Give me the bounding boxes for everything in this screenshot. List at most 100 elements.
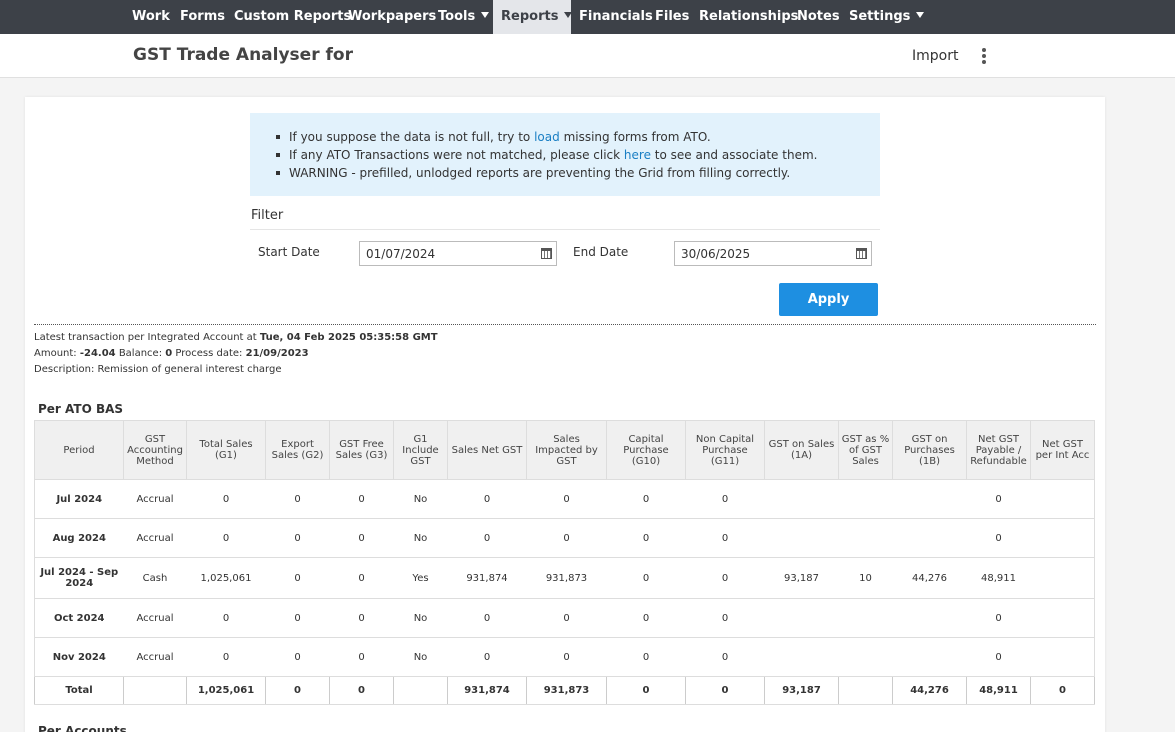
column-header[interactable]: Sales Impacted by GST [526, 420, 607, 480]
nav-tools[interactable]: Tools [430, 0, 497, 34]
table-cell: 93,187 [764, 557, 839, 599]
table-cell [892, 518, 967, 558]
table-cell: 0 [447, 637, 527, 677]
table-cell: 0 [606, 557, 686, 599]
table-cell: 10 [838, 557, 893, 599]
table-row[interactable]: Jul 2024 - Sep 2024 Cash 1,025,061 0 0 Y… [34, 557, 1095, 599]
meta-label: Description: [34, 364, 98, 375]
nav-forms[interactable]: Forms [172, 0, 233, 34]
table-cell: 0 [186, 598, 266, 638]
table-cell: Accrual [123, 479, 187, 519]
filter-heading: Filter [251, 208, 284, 223]
start-date-label: Start Date [258, 245, 320, 259]
nav-reports[interactable]: Reports [493, 0, 573, 34]
column-header[interactable]: GST Free Sales (G3) [329, 420, 394, 480]
nav-reports-label: Reports [501, 9, 559, 24]
table-cell [1030, 598, 1095, 638]
table-cell: 0 [606, 479, 686, 519]
description-line: Description: Remission of general intere… [34, 364, 281, 375]
section-title-ato-bas: Per ATO BAS [38, 402, 124, 416]
info-notice: If you suppose the data is not full, try… [250, 113, 880, 196]
import-button[interactable]: Import [905, 46, 965, 66]
info-item-here: If any ATO Transactions were not matched… [275, 146, 818, 164]
table-cell: 0 [329, 637, 394, 677]
calendar-icon[interactable] [856, 248, 867, 259]
column-header[interactable]: GST Accounting Method [123, 420, 187, 480]
column-header[interactable]: GST as % of GST Sales [838, 420, 893, 480]
column-header[interactable]: Capital Purchase (G10) [606, 420, 686, 480]
table-row[interactable]: Aug 2024 Accrual 0 0 0 No 0 0 0 0 0 [34, 518, 1095, 558]
table-cell: 0 [685, 557, 765, 599]
table-cell: 0 [526, 637, 607, 677]
table-cell: No [393, 637, 448, 677]
total-row: Total 1,025,061 0 0 931,874 931,873 0 0 … [34, 676, 1095, 705]
table-cell: Jul 2024 - Sep 2024 [34, 557, 124, 599]
column-header[interactable]: Sales Net GST [447, 420, 527, 480]
here-link[interactable]: here [624, 148, 651, 162]
table-cell: Yes [393, 557, 448, 599]
table-cell: 0 [606, 598, 686, 638]
total-cell: 931,873 [526, 676, 607, 705]
nav-files-label: Files [655, 9, 690, 24]
meta-label: Process date: [172, 348, 246, 359]
column-header[interactable]: Net GST Payable / Refundable [966, 420, 1031, 480]
column-header[interactable]: Export Sales (G2) [265, 420, 330, 480]
column-header[interactable]: GST on Sales (1A) [764, 420, 839, 480]
column-header[interactable]: Period [34, 420, 124, 480]
total-cell: 0 [265, 676, 330, 705]
table-cell: 0 [685, 479, 765, 519]
total-cell: 0 [606, 676, 686, 705]
total-cell: 48,911 [966, 676, 1031, 705]
table-cell: 0 [685, 598, 765, 638]
load-link[interactable]: load [534, 130, 560, 144]
page-header: GST Trade Analyser for Import [0, 34, 1175, 78]
warning-text: WARNING - prefilled, unlodged reports ar… [289, 166, 791, 180]
calendar-icon[interactable] [541, 248, 552, 259]
info-text: to see and associate them. [650, 148, 818, 162]
table-cell [764, 637, 839, 677]
table-cell [838, 598, 893, 638]
section-title-per-accounts: Per Accounts [38, 724, 127, 732]
column-header[interactable]: Total Sales (G1) [186, 420, 266, 480]
info-text: If you suppose the data is not full, try… [289, 130, 535, 144]
column-header[interactable]: GST on Purchases (1B) [892, 420, 967, 480]
nav-settings[interactable]: Settings [841, 0, 932, 34]
info-item-warning: WARNING - prefilled, unlodged reports ar… [275, 164, 817, 182]
column-header[interactable]: Non Capital Purchase (G11) [685, 420, 765, 480]
table-cell: 0 [526, 518, 607, 558]
table-cell: 0 [447, 518, 527, 558]
table-cell: 0 [526, 479, 607, 519]
info-item-load: If you suppose the data is not full, try… [275, 128, 817, 146]
nav-workpapers[interactable]: Workpapers [340, 0, 444, 34]
nav-custom-reports-label: Custom Reports [234, 9, 352, 24]
table-cell: 1,025,061 [186, 557, 266, 599]
table-cell: 0 [265, 637, 330, 677]
nav-work[interactable]: Work [124, 0, 178, 34]
nav-forms-label: Forms [180, 9, 225, 24]
table-cell: 0 [447, 598, 527, 638]
latest-transaction-line: Latest transaction per Integrated Accoun… [34, 332, 438, 343]
table-cell [892, 637, 967, 677]
info-list: If you suppose the data is not full, try… [275, 128, 818, 182]
column-header[interactable]: Net GST per Int Acc [1030, 420, 1095, 480]
total-cell: 93,187 [764, 676, 839, 705]
table-row[interactable]: Oct 2024 Accrual 0 0 0 No 0 0 0 0 0 [34, 598, 1095, 638]
apply-button[interactable]: Apply [779, 283, 878, 316]
total-cell: 0 [1030, 676, 1095, 705]
nav-files[interactable]: Files [647, 0, 697, 34]
table-cell: 0 [329, 479, 394, 519]
chevron-down-icon [916, 12, 925, 18]
table-cell: 0 [329, 598, 394, 638]
table-row[interactable]: Jul 2024 Accrual 0 0 0 No 0 0 0 0 0 [34, 479, 1095, 519]
total-cell [838, 676, 893, 705]
table-cell: No [393, 598, 448, 638]
column-header[interactable]: G1 Include GST [393, 420, 448, 480]
total-cell: 0 [685, 676, 765, 705]
total-cell: 0 [329, 676, 394, 705]
start-date-input[interactable]: 01/07/2024 [359, 241, 557, 266]
end-date-input[interactable]: 30/06/2025 [674, 241, 872, 266]
table-row[interactable]: Nov 2024 Accrual 0 0 0 No 0 0 0 0 0 [34, 637, 1095, 677]
nav-workpapers-label: Workpapers [348, 9, 437, 24]
nav-notes[interactable]: Notes [789, 0, 848, 34]
more-options-icon[interactable] [976, 46, 992, 66]
